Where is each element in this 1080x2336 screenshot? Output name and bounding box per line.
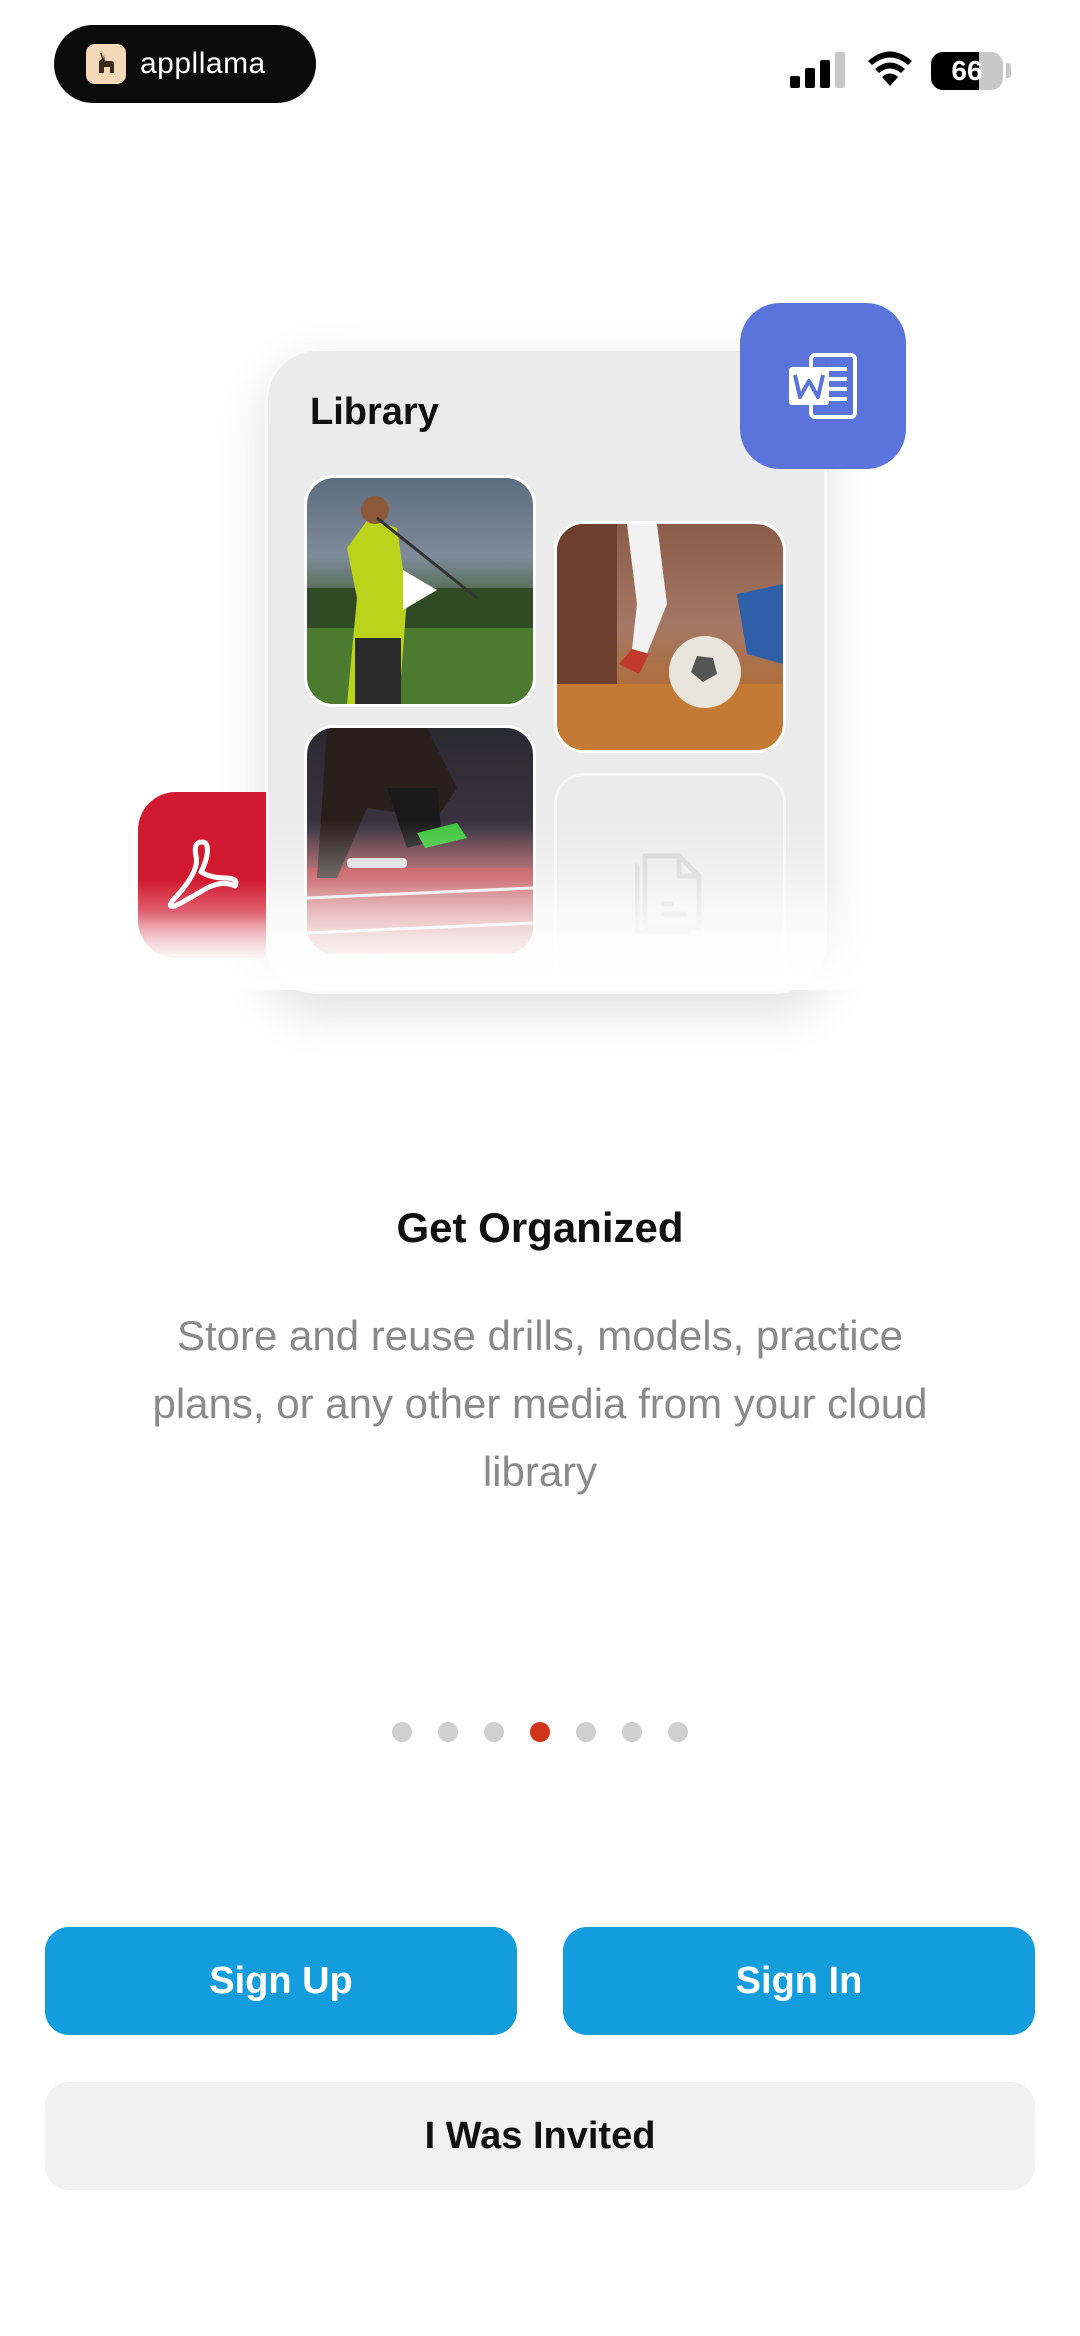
page-dot[interactable] <box>484 1722 504 1742</box>
invited-button[interactable]: I Was Invited <box>45 2082 1035 2190</box>
library-title: Library <box>310 391 439 433</box>
soccer-photo-thumbnail <box>554 521 786 753</box>
battery-indicator: 66 <box>931 52 1003 90</box>
onboarding-description: Store and reuse drills, models, practice… <box>152 1312 928 1495</box>
play-icon[interactable] <box>399 568 439 617</box>
wifi-icon <box>866 48 914 93</box>
onboarding-title: Get Organized <box>396 1204 684 1251</box>
llama-logo-icon <box>86 44 126 84</box>
word-icon <box>740 303 906 469</box>
illustration-fade <box>100 880 980 990</box>
app-badge[interactable]: appllama <box>54 25 316 103</box>
page-dot[interactable] <box>576 1722 596 1742</box>
cellular-signal-icon <box>790 52 846 93</box>
page-dot-active[interactable] <box>530 1722 550 1742</box>
golf-video-thumbnail <box>304 475 536 707</box>
battery-percent: 66 <box>951 55 983 86</box>
page-indicator <box>0 1722 1080 1742</box>
sign-up-button[interactable]: Sign Up <box>45 1927 517 2035</box>
app-badge-label: appllama <box>140 47 266 80</box>
page-dot[interactable] <box>392 1722 412 1742</box>
battery-tip <box>1006 63 1011 78</box>
sign-in-button[interactable]: Sign In <box>563 1927 1035 2035</box>
page-dot[interactable] <box>668 1722 688 1742</box>
page-dot[interactable] <box>438 1722 458 1742</box>
page-dot[interactable] <box>622 1722 642 1742</box>
